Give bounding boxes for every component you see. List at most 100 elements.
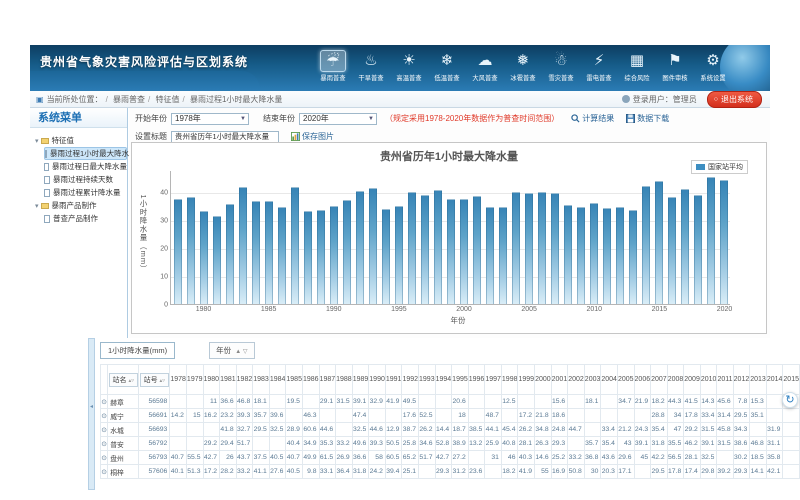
value-cell (783, 437, 800, 451)
bar-1995 (395, 206, 403, 304)
breadcrumb-item[interactable]: 暴雨过程1小时最大降水量 (190, 95, 282, 104)
year-col-header[interactable]: 1989 (352, 365, 369, 395)
year-col-header[interactable]: 1987 (319, 365, 336, 395)
measure-tab[interactable]: 1小时降水量(mm) (100, 342, 175, 359)
value-cell: 37.5 (253, 451, 270, 465)
nav-item-hail[interactable]: ❅ 冰雹普查 (504, 48, 542, 83)
year-col-header[interactable]: 2006 (634, 365, 651, 395)
year-col-header[interactable]: 1983 (253, 365, 270, 395)
radio-icon[interactable]: ⊙ (101, 423, 108, 437)
station-id-cell: 57606 (139, 465, 170, 479)
year-col-header[interactable]: 2003 (584, 365, 601, 395)
year-col-header[interactable]: 1988 (336, 365, 353, 395)
end-year-select[interactable]: 2020年 ▼ (299, 113, 377, 125)
nav-item-map-review[interactable]: ⚑ 图件审核 (656, 48, 694, 83)
year-col-header[interactable]: 1996 (468, 365, 485, 395)
year-col-header[interactable]: 2008 (667, 365, 684, 395)
breadcrumb-item[interactable]: 暴雨普查 (113, 95, 145, 104)
year-col-header[interactable]: 2014 (766, 365, 783, 395)
value-cell: 17.8 (684, 409, 701, 423)
chart-title-input[interactable]: 贵州省历年1小时最大降水量 (171, 131, 279, 143)
year-col-header[interactable]: 1998 (501, 365, 518, 395)
year-col-header[interactable]: 1993 (419, 365, 436, 395)
nav-item-settings[interactable]: ⚙ 系统设置 (694, 48, 732, 83)
value-cell: 35.4 (651, 423, 668, 437)
radio-icon[interactable]: ⊙ (101, 395, 108, 409)
year-col-header[interactable]: 2011 (717, 365, 733, 395)
value-cell: 21.8 (535, 409, 552, 423)
nav-item-composite-risk[interactable]: ▦ 综合风险 (618, 48, 656, 83)
year-col-header[interactable]: 1991 (385, 365, 402, 395)
tree-item[interactable]: 暴雨过程日最大降水量 (44, 160, 127, 173)
station-col-header[interactable]: 站名 ▴▿ (108, 365, 139, 395)
year-col-header[interactable]: 1999 (518, 365, 535, 395)
year-col-header[interactable]: 1978 (170, 365, 187, 395)
year-col-header[interactable]: 1995 (452, 365, 469, 395)
year-col-header[interactable]: 2015 (783, 365, 800, 395)
tree-expander-icon[interactable]: ▾ (35, 137, 39, 145)
year-col-header[interactable]: 1984 (269, 365, 286, 395)
logout-button[interactable]: ○ 退出系统 (707, 91, 762, 108)
tree-group[interactable]: ▾ 特征值 (35, 134, 127, 147)
grid-scroll-area[interactable]: 站名 ▴▿站号 ▴▿197819791980198119821983198419… (100, 364, 800, 490)
nav-item-rainstorm[interactable]: ☔ 暴雨普查 (314, 48, 352, 83)
radio-icon[interactable]: ⊙ (101, 409, 108, 423)
save-image-button[interactable]: 保存图片 (291, 131, 334, 142)
year-col-header[interactable]: 1985 (286, 365, 303, 395)
year-col-header[interactable]: 1981 (220, 365, 237, 395)
tree-item[interactable]: 暴雨过程累计降水量 (44, 186, 127, 199)
nav-item-drought[interactable]: ♨ 干旱普查 (352, 48, 390, 83)
value-cell: 34.9 (302, 437, 319, 451)
calculate-button[interactable]: 计算结果 (571, 113, 614, 124)
value-cell: 35.7 (584, 437, 601, 451)
start-year-select[interactable]: 1978年 ▼ (171, 113, 249, 125)
year-sort-control[interactable]: 年份 ▲ ▽ (209, 342, 254, 359)
download-button[interactable]: 数据下载 (626, 113, 669, 124)
table-row[interactable]: ⊙威宁5669114.21516.223.239.335.739.646.347… (101, 409, 800, 423)
year-col-header[interactable]: 2001 (551, 365, 568, 395)
year-col-header[interactable]: 2004 (601, 365, 618, 395)
nav-item-high-temp[interactable]: ☀ 高温普查 (390, 48, 428, 83)
tree-item[interactable]: 暴雨过程1小时最大降水量 (44, 147, 127, 160)
tree-item[interactable]: 普查产品制作 (44, 212, 127, 225)
year-col-header[interactable]: 1992 (402, 365, 419, 395)
year-col-header[interactable]: 1994 (435, 365, 452, 395)
year-col-header[interactable]: 1980 (203, 365, 220, 395)
year-col-header[interactable]: 2005 (617, 365, 634, 395)
radio-icon[interactable]: ⊙ (101, 465, 108, 479)
year-col-header[interactable]: 1997 (485, 365, 502, 395)
year-col-header[interactable]: 1979 (186, 365, 203, 395)
year-col-header[interactable]: 2007 (651, 365, 668, 395)
year-col-header[interactable]: 2009 (684, 365, 701, 395)
y-tick-label: 0 (164, 302, 168, 309)
table-row[interactable]: ⊙普安5679229.229.451.740.434.935.333.249.6… (101, 437, 800, 451)
station-id-col-header[interactable]: 站号 ▴▿ (139, 365, 170, 395)
breadcrumb-item[interactable]: 特征值 (156, 95, 180, 104)
table-row[interactable]: ⊙盘州5679340.755.542.72643.737.540.540.749… (101, 451, 800, 465)
nav-item-low-temp[interactable]: ❄ 低温普查 (428, 48, 466, 83)
table-row[interactable]: ⊙水城5669341.832.729.532.528.960.644.632.5… (101, 423, 800, 437)
collapse-handle[interactable]: ◂ (88, 338, 95, 490)
radio-icon[interactable]: ⊙ (101, 451, 108, 465)
table-row[interactable]: ⊙赫章565981136.646.818.119.529.131.539.132… (101, 395, 800, 409)
year-col-header[interactable]: 2012 (733, 365, 750, 395)
value-cell (584, 409, 601, 423)
value-cell (485, 395, 502, 409)
year-col-header[interactable]: 1982 (236, 365, 253, 395)
table-row[interactable]: ⊙桐梓5760640.151.317.228.233.241.127.640.5… (101, 465, 800, 479)
year-col-header[interactable]: 2000 (535, 365, 552, 395)
folder-icon (41, 138, 49, 144)
tree-item[interactable]: 暴雨过程持续天数 (44, 173, 127, 186)
nav-item-wind[interactable]: ☁ 大风普查 (466, 48, 504, 83)
year-col-header[interactable]: 2013 (750, 365, 767, 395)
nav-item-snow[interactable]: ☃ 雪灾普查 (542, 48, 580, 83)
year-col-header[interactable]: 2010 (700, 365, 717, 395)
radio-icon[interactable]: ⊙ (101, 437, 108, 451)
tree-expander-icon[interactable]: ▾ (35, 202, 39, 210)
nav-item-lightning[interactable]: ⚡ 雷电普查 (580, 48, 618, 83)
refresh-icon[interactable]: ↻ (782, 392, 798, 408)
year-col-header[interactable]: 2002 (568, 365, 585, 395)
year-col-header[interactable]: 1986 (302, 365, 319, 395)
year-col-header[interactable]: 1990 (369, 365, 386, 395)
tree-group[interactable]: ▾ 暴雨产品制作 (35, 199, 127, 212)
